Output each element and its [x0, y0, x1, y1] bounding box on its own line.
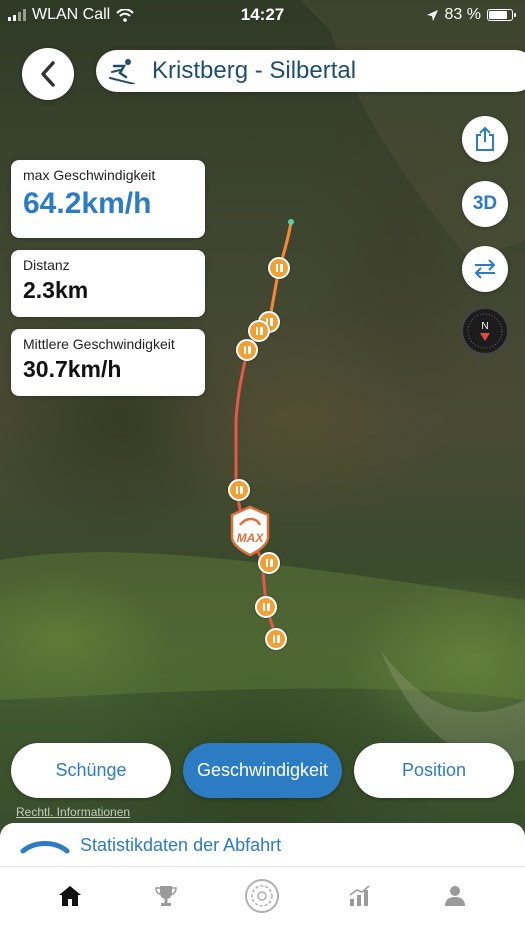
segment-position[interactable]: Position: [354, 743, 514, 798]
back-button[interactable]: [22, 48, 74, 100]
home-icon: [59, 886, 82, 906]
avg-speed-card: Mittlere Geschwindigkeit 30.7km/h: [11, 329, 205, 396]
segment-turns-label: Schünge: [55, 760, 127, 780]
pause-marker[interactable]: [255, 596, 277, 618]
tab-profile[interactable]: [427, 871, 483, 921]
segment-position-label: Position: [401, 760, 467, 780]
chevron-left-icon: [41, 61, 55, 87]
battery-icon: [487, 9, 516, 21]
tab-bar: [0, 866, 525, 933]
stats-sheet-label: Statistikdaten der Abfahrt: [80, 835, 282, 855]
max-speed-value: 64.2km/h: [23, 187, 152, 220]
compass-button[interactable]: N: [461, 307, 509, 355]
snowflake-icon: [245, 879, 280, 913]
tab-home[interactable]: [42, 871, 98, 921]
page-title: Kristberg - Silbertal: [152, 57, 357, 84]
trophy-icon: [155, 886, 178, 906]
3d-label: 3D: [472, 193, 498, 214]
share-icon: [476, 126, 494, 151]
max-speed-marker[interactable]: MAX: [228, 505, 272, 557]
location-arrow-icon: [426, 9, 438, 21]
battery-percent: 83 %: [444, 6, 481, 23]
profile-icon: [444, 886, 465, 906]
distance-card: Distanz 2.3km: [11, 250, 205, 317]
pause-marker[interactable]: [268, 257, 290, 279]
legal-info-link[interactable]: Rechtl. Informationen: [16, 805, 130, 819]
pause-marker[interactable]: [248, 320, 270, 342]
tab-resorts[interactable]: [234, 871, 290, 921]
max-speed-card: max Geschwindigkeit 64.2km/h: [11, 160, 205, 238]
skier-icon: [109, 59, 135, 84]
swap-arrows-icon: [474, 259, 496, 279]
compass-north-label: N: [481, 321, 488, 332]
distance-label: Distanz: [23, 257, 70, 273]
pause-marker[interactable]: [265, 628, 287, 650]
status-bar: WLAN Call 14:27 83 %: [0, 0, 525, 30]
chevron-up-icon: [20, 840, 70, 853]
segment-speed[interactable]: Geschwindigkeit: [183, 743, 342, 798]
swap-button[interactable]: [462, 246, 508, 292]
title-bar: Kristberg - Silbertal: [96, 50, 525, 92]
share-button[interactable]: [462, 116, 508, 162]
stats-sheet-handle[interactable]: Statistikdaten der Abfahrt: [0, 823, 525, 868]
max-marker-label: MAX: [237, 531, 265, 545]
avg-speed-value: 30.7km/h: [23, 356, 122, 382]
3d-toggle-button[interactable]: 3D: [462, 181, 508, 227]
stats-icon: [349, 885, 370, 906]
max-speed-label: max Geschwindigkeit: [23, 167, 156, 183]
tab-stats[interactable]: [331, 871, 387, 921]
tab-trophy[interactable]: [138, 871, 194, 921]
distance-value: 2.3km: [23, 277, 89, 303]
pause-marker[interactable]: [228, 479, 250, 501]
segment-speed-label: Geschwindigkeit: [196, 760, 329, 780]
segment-turns[interactable]: Schünge: [11, 743, 171, 798]
avg-speed-label: Mittlere Geschwindigkeit: [23, 336, 175, 352]
compass-icon: N: [467, 313, 503, 349]
pause-marker[interactable]: [236, 339, 258, 361]
